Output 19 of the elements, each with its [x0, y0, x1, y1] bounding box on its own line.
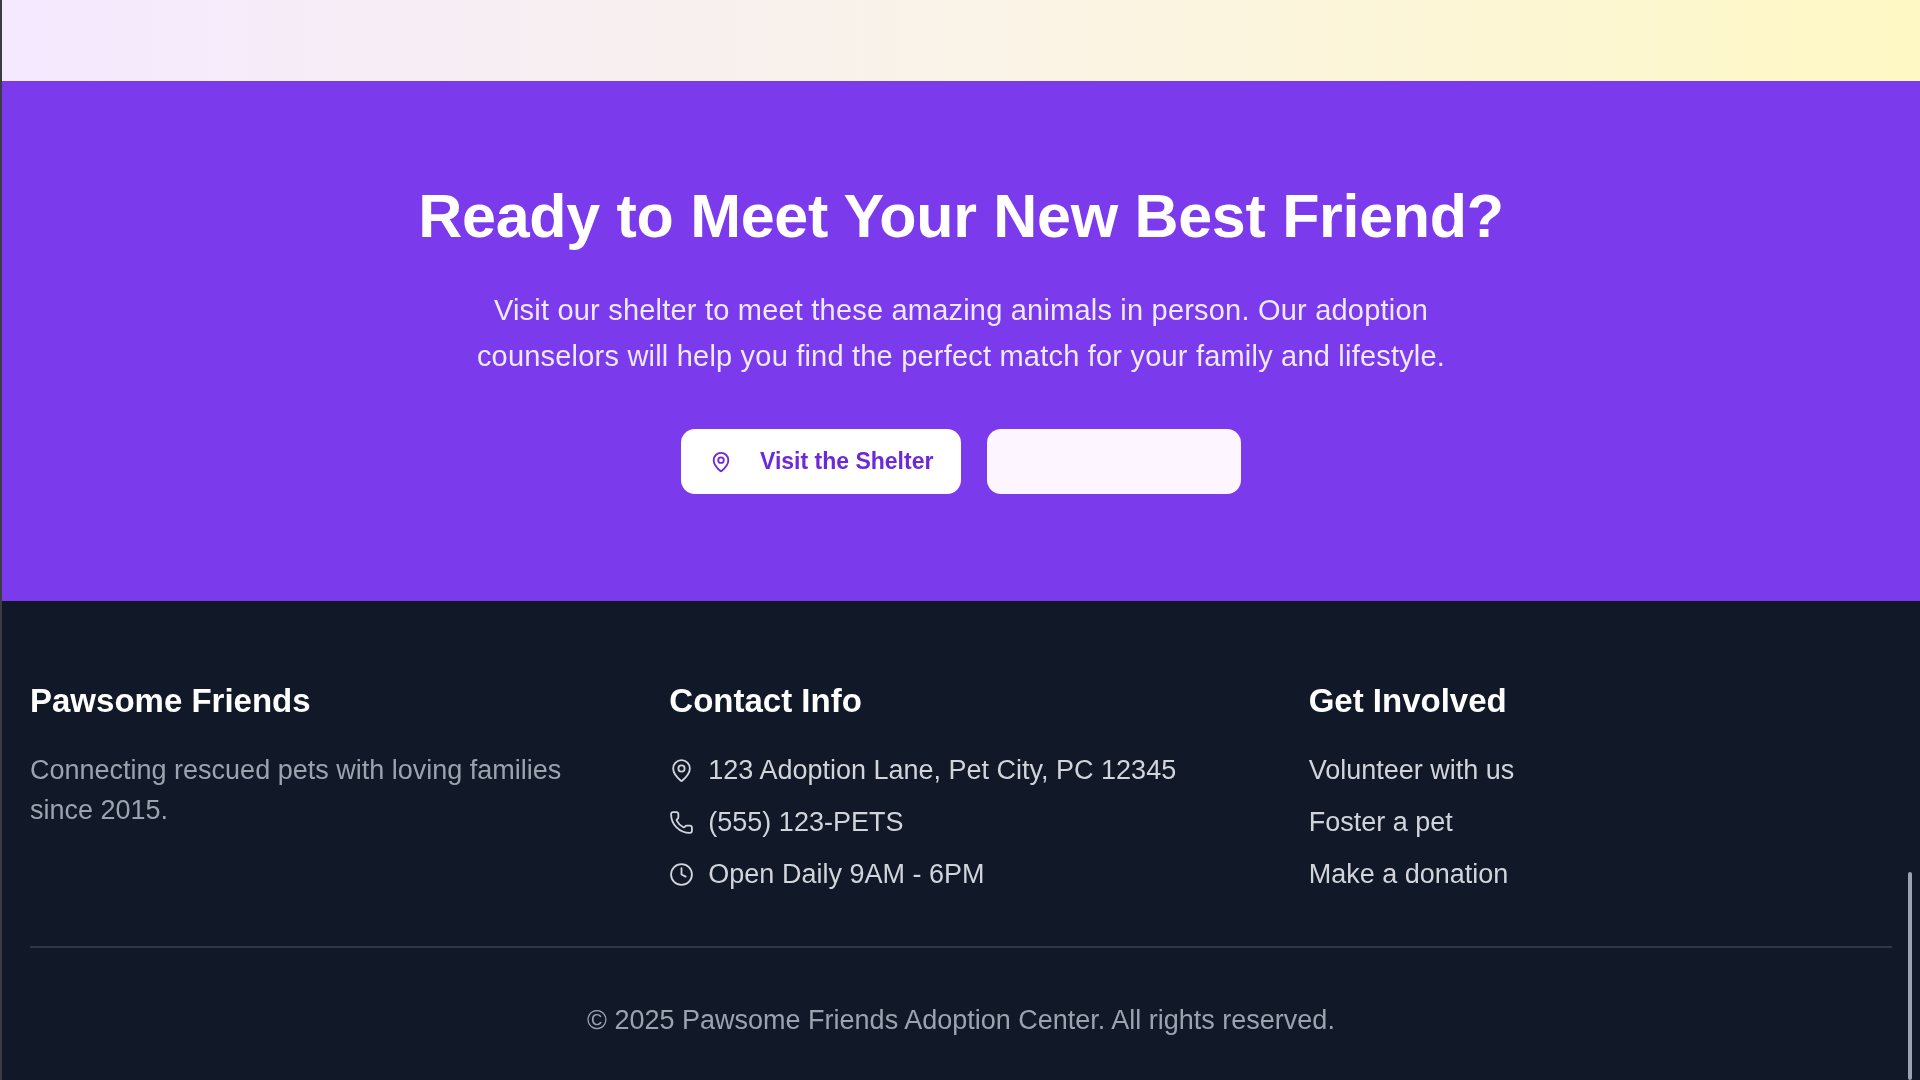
footer-heading: Pawsome Friends — [30, 682, 312, 720]
footer-description: Connecting rescued pets with loving families since 2015. — [30, 754, 563, 827]
copyright-text: © 2025 Pawsome Friends Adoption Center. All rights reserved. — [586, 1004, 1336, 1037]
footer-link[interactable]: Make a donation — [1308, 854, 1509, 894]
footer-heading: Contact Info — [669, 682, 863, 720]
map-pin-icon — [710, 450, 732, 473]
clock-icon — [669, 861, 695, 887]
cta-description: Visit our shelter to meet these amazing animals in person. Our adoption counselors will help you find the perfect match for your family and lifestyle. — [475, 293, 1447, 374]
footer-heading: Get Involved — [1308, 682, 1508, 720]
cta-heading: Ready to Meet Your New Best Friend? — [418, 181, 1504, 251]
scrollbar-thumb[interactable] — [1908, 872, 1912, 1080]
contact-text: Open Daily 9AM - 6PM — [708, 858, 985, 891]
footer-link[interactable]: Volunteer with us — [1308, 750, 1515, 790]
visit-shelter-button[interactable]: Visit the Shelter — [681, 429, 961, 494]
empty-button[interactable] — [987, 429, 1241, 494]
phone-icon — [669, 809, 695, 835]
contact-text: (555) 123-PETS — [708, 806, 904, 839]
footer-link[interactable]: Foster a pet — [1308, 802, 1453, 842]
contact-text: 123 Adoption Lane, Pet City, PC 12345 — [708, 754, 1177, 787]
